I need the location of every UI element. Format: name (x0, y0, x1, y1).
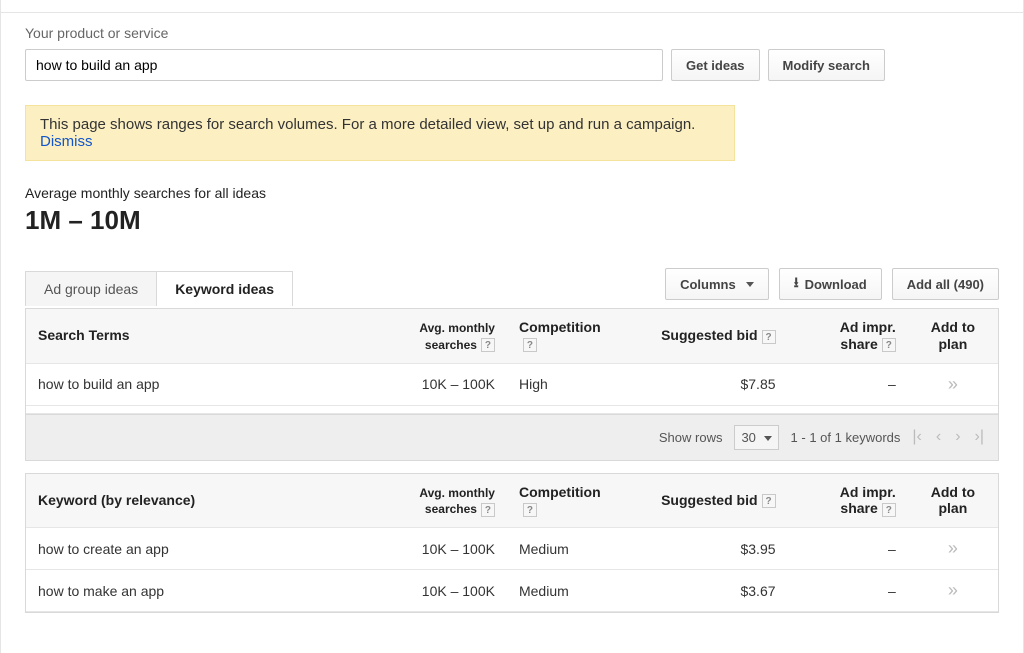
modify-search-button[interactable]: Modify search (768, 49, 885, 81)
table-row: how to make an app 10K – 100K Medium $3.… (26, 570, 998, 612)
col-avg-monthly[interactable]: Avg. monthlysearches? (397, 309, 507, 363)
avg-monthly-label: Average monthly searches for all ideas (25, 185, 999, 201)
help-icon[interactable]: ? (882, 338, 896, 352)
col-suggested-bid[interactable]: Suggested bid? (627, 474, 787, 528)
pager-first-icon[interactable]: |‹ (912, 428, 921, 446)
table-row: how to build an app 10K – 100K High $7.8… (26, 363, 998, 405)
table-row: how to create an app 10K – 100K Medium $… (26, 528, 998, 570)
cell-competition: Medium (507, 570, 627, 612)
download-button[interactable]: ⭳Download (779, 268, 882, 300)
col-add-to-plan: Add to plan (908, 309, 998, 363)
pager-prev-icon[interactable]: ‹ (936, 428, 941, 446)
tab-keyword-ideas[interactable]: Keyword ideas (156, 271, 293, 306)
pager-next-icon[interactable]: › (955, 428, 960, 446)
cell-term: how to create an app (26, 528, 397, 570)
columns-button[interactable]: Columns (665, 268, 769, 300)
cell-competition: Medium (507, 528, 627, 570)
notice-text: This page shows ranges for search volume… (40, 116, 695, 133)
cell-term: how to build an app (26, 363, 397, 405)
chevron-down-icon (746, 282, 754, 287)
col-competition[interactable]: Competition? (507, 474, 627, 528)
show-rows-label: Show rows (659, 430, 723, 445)
search-terms-table: Search Terms Avg. monthlysearches? Compe… (25, 309, 999, 415)
notice-banner: This page shows ranges for search volume… (25, 105, 735, 161)
col-avg-monthly[interactable]: Avg. monthlysearches? (397, 474, 507, 528)
cell-term: how to make an app (26, 570, 397, 612)
cell-avg: 10K – 100K (397, 570, 507, 612)
pager: Show rows 30 1 - 1 of 1 keywords |‹ ‹ › … (25, 415, 999, 461)
help-icon[interactable]: ? (882, 503, 896, 517)
show-rows-select[interactable]: 30 (734, 425, 778, 450)
help-icon[interactable]: ? (523, 503, 537, 517)
cell-share: – (788, 570, 908, 612)
add-all-button[interactable]: Add all (490) (892, 268, 999, 300)
cell-bid: $3.95 (627, 528, 787, 570)
add-to-plan-icon[interactable]: » (948, 580, 958, 600)
tab-ad-group-ideas[interactable]: Ad group ideas (25, 271, 157, 306)
cell-bid: $3.67 (627, 570, 787, 612)
download-icon: ⭳ (794, 272, 799, 296)
help-icon[interactable]: ? (762, 330, 776, 344)
product-label: Your product or service (25, 25, 999, 41)
cell-avg: 10K – 100K (397, 363, 507, 405)
help-icon[interactable]: ? (481, 338, 495, 352)
col-competition[interactable]: Competition? (507, 309, 627, 363)
help-icon[interactable]: ? (523, 338, 537, 352)
help-icon[interactable]: ? (762, 494, 776, 508)
pager-last-icon[interactable]: ›| (975, 428, 984, 446)
col-keyword-relevance[interactable]: Keyword (by relevance) (26, 474, 397, 528)
cell-bid: $7.85 (627, 363, 787, 405)
cell-share: – (788, 363, 908, 405)
avg-monthly-value: 1M – 10M (25, 205, 999, 236)
col-search-terms[interactable]: Search Terms (26, 309, 397, 363)
col-suggested-bid[interactable]: Suggested bid? (627, 309, 787, 363)
chevron-down-icon (764, 436, 772, 441)
col-ad-impr-share[interactable]: Ad impr. share? (788, 474, 908, 528)
help-icon[interactable]: ? (481, 503, 495, 517)
dismiss-link[interactable]: Dismiss (40, 133, 93, 150)
cell-competition: High (507, 363, 627, 405)
get-ideas-button[interactable]: Get ideas (671, 49, 760, 81)
cell-avg: 10K – 100K (397, 528, 507, 570)
keyword-relevance-table: Keyword (by relevance) Avg. monthlysearc… (25, 473, 999, 614)
search-input[interactable] (25, 49, 663, 81)
pager-range: 1 - 1 of 1 keywords (791, 430, 901, 445)
col-ad-impr-share[interactable]: Ad impr. share? (788, 309, 908, 363)
col-add-to-plan: Add to plan (908, 474, 998, 528)
add-to-plan-icon[interactable]: » (948, 538, 958, 558)
cell-share: – (788, 528, 908, 570)
add-to-plan-icon[interactable]: » (948, 374, 958, 394)
